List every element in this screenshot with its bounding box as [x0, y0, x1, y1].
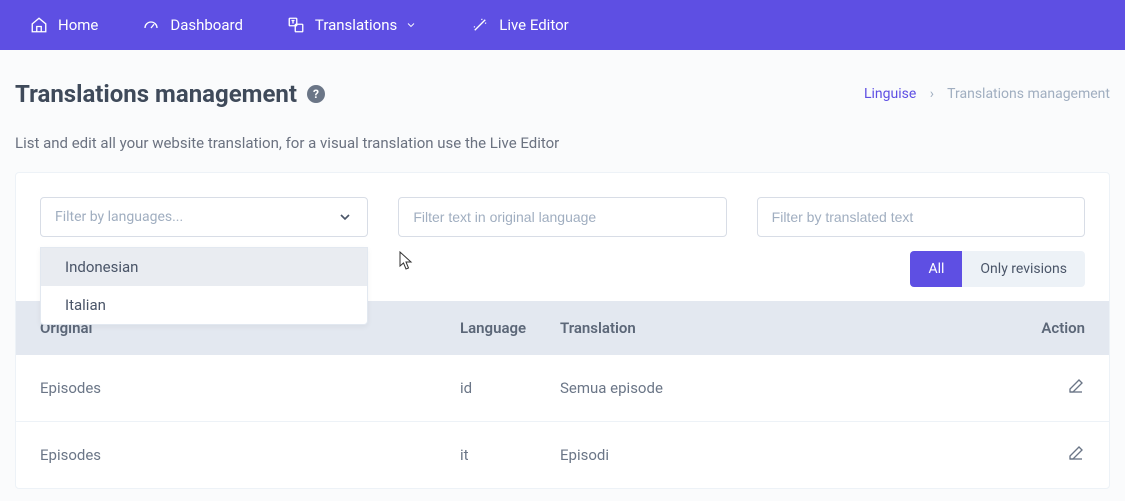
nav-translations[interactable]: Translations	[265, 0, 449, 50]
filter-languages-placeholder: Filter by languages...	[55, 209, 183, 225]
nav-live-editor-label: Live Editor	[499, 16, 568, 34]
language-dropdown: Indonesian Italian	[40, 247, 368, 325]
col-header-translation: Translation	[560, 319, 1015, 337]
nav-live-editor[interactable]: Live Editor	[449, 0, 590, 50]
chevron-down-icon	[337, 209, 353, 225]
cell-translation: Semua episode	[560, 379, 1015, 397]
page-title: Translations management ?	[15, 80, 325, 108]
col-header-language: Language	[460, 319, 560, 337]
edit-button[interactable]	[1015, 444, 1085, 466]
breadcrumb-root[interactable]: Linguise	[864, 86, 916, 102]
help-icon[interactable]: ?	[307, 85, 325, 103]
breadcrumb: Linguise › Translations management	[864, 86, 1110, 102]
page-subtitle: List and edit all your website translati…	[0, 116, 1125, 172]
home-icon	[30, 16, 48, 34]
filter-languages[interactable]: Filter by languages... Indonesian Italia…	[40, 197, 368, 237]
page-header: Translations management ? Linguise › Tra…	[0, 50, 1125, 116]
cell-original: Episodes	[40, 379, 460, 397]
dropdown-item-indonesian[interactable]: Indonesian	[41, 248, 367, 286]
cell-original: Episodes	[40, 446, 460, 464]
wand-icon	[471, 16, 489, 34]
page-title-text: Translations management	[15, 80, 297, 108]
chevron-down-icon	[405, 19, 417, 31]
table-row: Episodes id Semua episode	[16, 355, 1109, 422]
nav-home[interactable]: Home	[8, 0, 120, 50]
translate-icon	[287, 16, 305, 34]
revisions-toggle: All Only revisions	[910, 251, 1085, 287]
filter-original-input[interactable]	[413, 209, 711, 225]
nav-translations-label: Translations	[315, 16, 397, 34]
nav-dashboard[interactable]: Dashboard	[120, 0, 265, 50]
dropdown-item-italian[interactable]: Italian	[41, 286, 367, 324]
nav-dashboard-label: Dashboard	[170, 16, 243, 34]
edit-icon	[1067, 444, 1085, 462]
gauge-icon	[142, 16, 160, 34]
filter-translated-text[interactable]	[757, 197, 1085, 237]
nav-home-label: Home	[58, 16, 98, 34]
cell-translation: Episodi	[560, 446, 1015, 464]
table-row: Episodes it Episodi	[16, 422, 1109, 488]
breadcrumb-sep: ›	[930, 86, 934, 102]
filter-translated-input[interactable]	[772, 209, 1070, 225]
top-nav: Home Dashboard Translations Live Editor	[0, 0, 1125, 50]
filter-card: Filter by languages... Indonesian Italia…	[15, 172, 1110, 489]
toggle-all[interactable]: All	[910, 251, 962, 287]
edit-icon	[1067, 377, 1085, 395]
filter-original-text[interactable]	[398, 197, 726, 237]
cell-language: id	[460, 379, 560, 397]
col-header-action: Action	[1015, 319, 1085, 337]
cell-language: it	[460, 446, 560, 464]
edit-button[interactable]	[1015, 377, 1085, 399]
filters-row: Filter by languages... Indonesian Italia…	[16, 173, 1109, 237]
breadcrumb-current: Translations management	[947, 86, 1110, 102]
toggle-revisions[interactable]: Only revisions	[962, 251, 1085, 287]
